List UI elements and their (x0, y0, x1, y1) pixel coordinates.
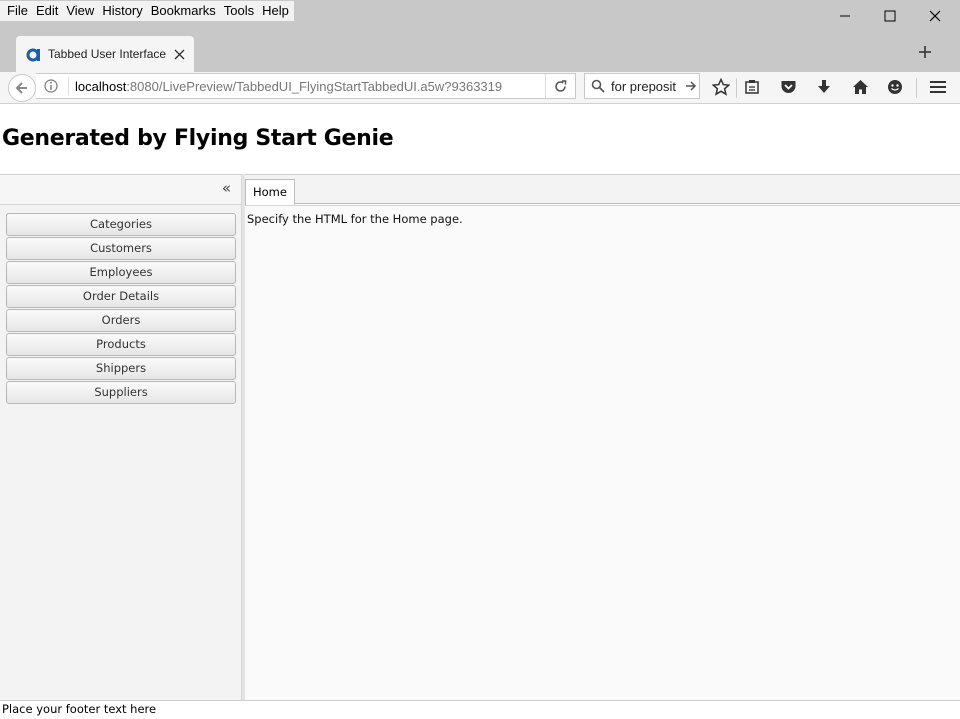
maximize-button[interactable] (867, 4, 913, 28)
tab-title: Tabbed User Interface (48, 47, 167, 61)
downloads-button[interactable] (811, 75, 837, 99)
nav-button-order-details[interactable]: Order Details (6, 285, 236, 308)
tab-close-button[interactable] (168, 43, 190, 65)
smiley-icon (888, 80, 902, 94)
url-bar[interactable]: localhost:8080/LivePreview/TabbedUI_Flyi… (36, 73, 576, 99)
menu-tools[interactable]: Tools (221, 1, 259, 21)
menu-bookmarks[interactable]: Bookmarks (148, 1, 221, 21)
toolbar-separator (916, 78, 917, 98)
arrow-right-icon[interactable] (685, 80, 697, 92)
browser-titlebar: File Edit View History Bookmarks Tools H… (0, 0, 960, 72)
extension-button[interactable] (882, 75, 908, 99)
menu-bar: File Edit View History Bookmarks Tools H… (0, 1, 294, 21)
tab-home[interactable]: Home (245, 179, 295, 205)
search-bar[interactable]: for preposit (584, 73, 700, 99)
hamburger-icon (930, 81, 946, 93)
page-header: Generated by Flying Start Genie (0, 104, 960, 174)
nav-button-orders[interactable]: Orders (6, 309, 236, 332)
page-title: Generated by Flying Start Genie (2, 126, 394, 151)
url-text[interactable]: localhost:8080/LivePreview/TabbedUI_Flyi… (75, 79, 521, 94)
close-icon (174, 49, 184, 59)
new-tab-button[interactable] (912, 40, 938, 64)
menu-view[interactable]: View (63, 1, 99, 21)
minimize-button[interactable] (822, 4, 868, 28)
content-tabstrip: Home (245, 175, 960, 205)
close-window-button[interactable] (912, 4, 958, 28)
menu-history[interactable]: History (99, 1, 147, 21)
close-icon (929, 10, 941, 22)
search-input[interactable]: for preposit (611, 79, 685, 94)
url-host: localhost (75, 78, 127, 94)
navigation-toolbar: localhost:8080/LivePreview/TabbedUI_Flyi… (0, 72, 960, 104)
content-body: Specify the HTML for the Home page. (245, 205, 960, 232)
home-icon (852, 80, 868, 94)
clipboard-icon (745, 80, 759, 94)
url-separator (68, 77, 69, 95)
menu-help[interactable]: Help (259, 1, 294, 21)
plus-icon (919, 46, 931, 58)
star-icon (712, 78, 730, 96)
collapse-sidebar-icon[interactable]: « (222, 179, 231, 197)
pocket-icon (781, 81, 795, 93)
sidebar: « Categories Customers Employees Order D… (0, 174, 242, 700)
maximize-icon (884, 10, 896, 22)
reload-button[interactable] (545, 74, 575, 98)
nav-button-suppliers[interactable]: Suppliers (6, 381, 236, 404)
pocket-button[interactable] (775, 75, 801, 99)
bookmark-star-button[interactable] (708, 75, 734, 99)
minimize-icon (840, 15, 850, 17)
nav-list: Categories Customers Employees Order Det… (0, 205, 241, 404)
content-panel: Home Specify the HTML for the Home page. (245, 174, 960, 700)
browser-tab[interactable]: Tabbed User Interface (16, 36, 194, 72)
arrow-left-icon (15, 82, 27, 94)
alpha-favicon-icon (26, 48, 40, 62)
reading-list-button[interactable] (739, 75, 765, 99)
info-icon[interactable] (42, 79, 60, 93)
page-footer: Place your footer text here (0, 700, 960, 719)
nav-button-customers[interactable]: Customers (6, 237, 236, 260)
sidebar-header: « (0, 175, 241, 205)
menu-edit[interactable]: Edit (33, 1, 63, 21)
back-button[interactable] (8, 74, 36, 102)
nav-button-employees[interactable]: Employees (6, 261, 236, 284)
search-icon (591, 79, 605, 93)
nav-button-products[interactable]: Products (6, 333, 236, 356)
home-button[interactable] (847, 75, 873, 99)
reload-icon (555, 79, 567, 92)
download-icon (818, 80, 830, 93)
toolbar-separator (736, 78, 737, 98)
nav-button-categories[interactable]: Categories (6, 213, 236, 236)
nav-button-shippers[interactable]: Shippers (6, 357, 236, 380)
open-menu-button[interactable] (925, 75, 951, 99)
menu-file[interactable]: File (4, 1, 33, 21)
url-path: :8080/LivePreview/TabbedUI_FlyingStartTa… (126, 78, 503, 94)
